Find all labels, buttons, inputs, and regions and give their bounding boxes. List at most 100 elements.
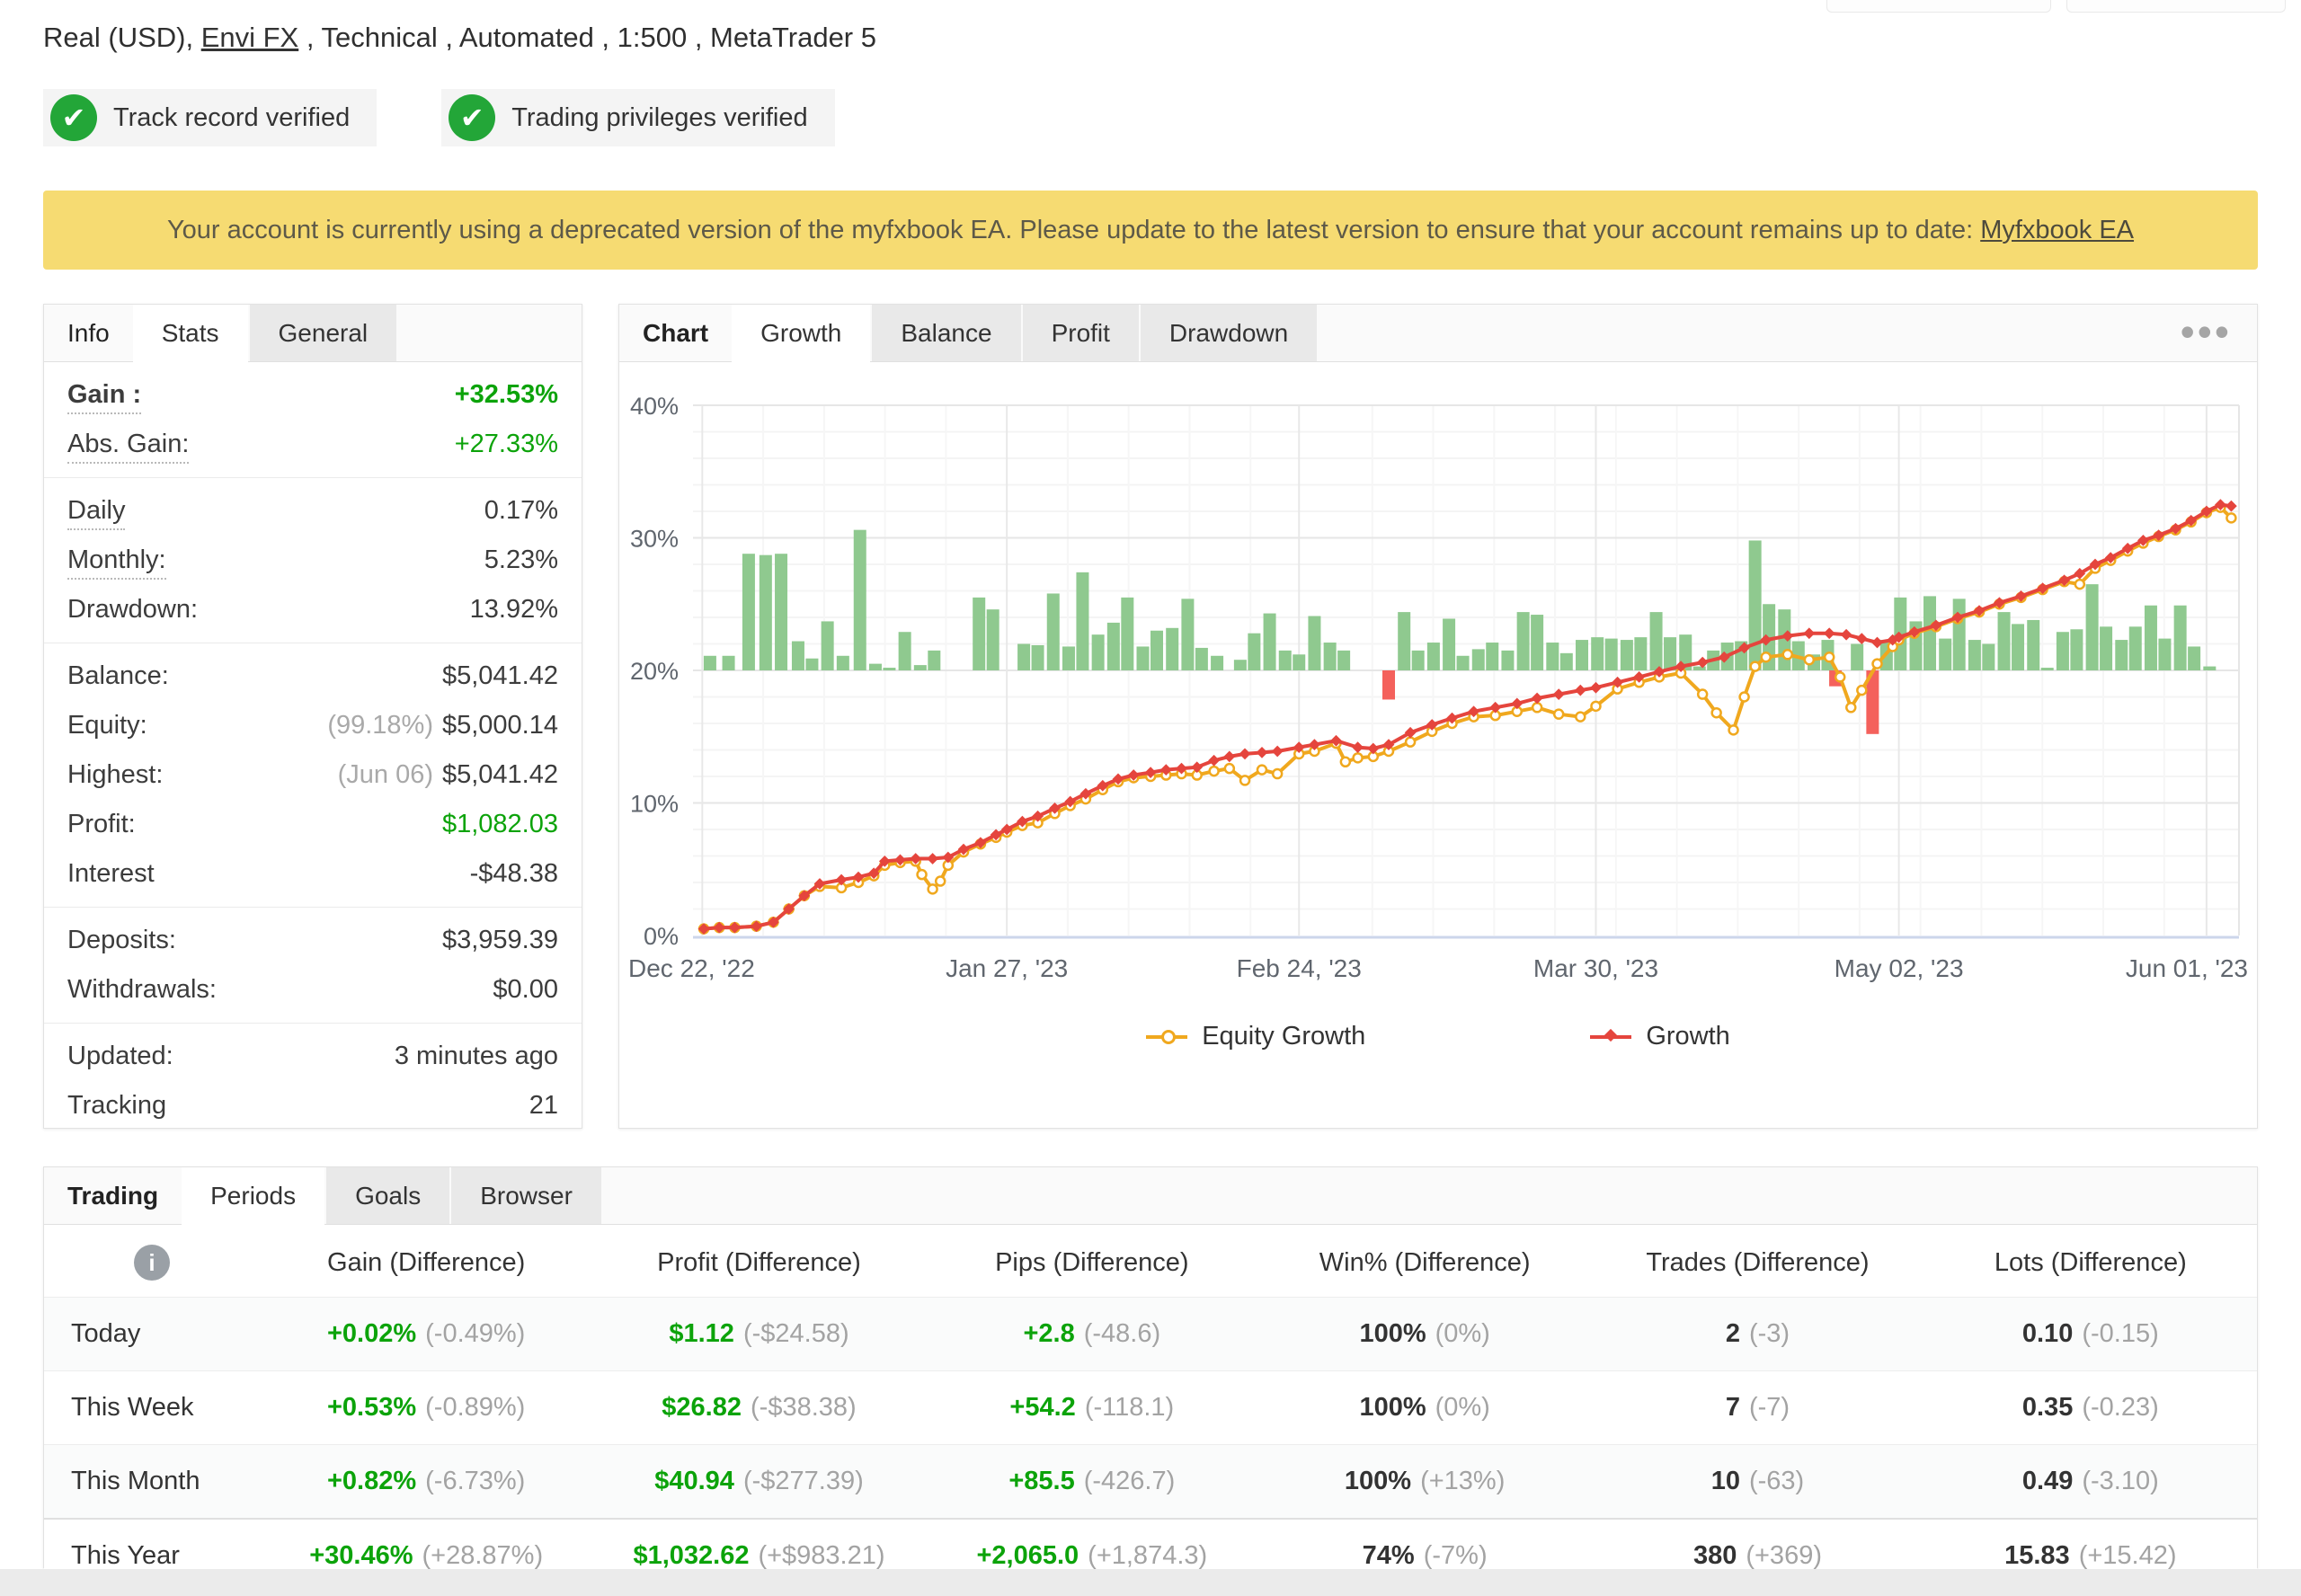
stat-value: +32.53% bbox=[455, 380, 558, 410]
periods-table: i Gain (Difference) Profit (Difference) … bbox=[44, 1225, 2257, 1592]
stat-row: Daily 0.17% bbox=[44, 486, 582, 536]
period-label: This Week bbox=[44, 1371, 260, 1445]
col-gain: Gain (Difference) bbox=[260, 1225, 592, 1298]
chart-panel: ChartGrowthBalanceProfitDrawdown ••• 0%1… bbox=[618, 304, 2258, 1129]
period-cell: 0.49(-3.10) bbox=[1924, 1445, 2257, 1520]
period-label: Today bbox=[44, 1298, 260, 1371]
stat-row: Gain : +32.53% bbox=[44, 370, 582, 420]
col-lots: Lots (Difference) bbox=[1924, 1225, 2257, 1298]
stat-row: Highest:(Jun 06)$5,041.42 bbox=[44, 750, 582, 800]
svg-text:May 02, '23: May 02, '23 bbox=[1835, 954, 1964, 982]
cropped-top-button-1[interactable] bbox=[1826, 0, 2051, 13]
tab-drawdown[interactable]: Drawdown bbox=[1141, 305, 1317, 361]
period-cell: $26.82(-$38.38) bbox=[592, 1371, 925, 1445]
tab-balance[interactable]: Balance bbox=[872, 305, 1020, 361]
stat-row: Drawdown: 13.92% bbox=[44, 585, 582, 634]
period-cell: 100%(0%) bbox=[1258, 1371, 1591, 1445]
tab-stats[interactable]: Stats bbox=[133, 305, 248, 361]
chart-legend: Equity Growth Growth bbox=[619, 1022, 2257, 1051]
period-cell: +0.02%(-0.49%) bbox=[260, 1298, 592, 1371]
period-cell: 7(-7) bbox=[1591, 1371, 1923, 1445]
account-title-prefix: Real (USD), bbox=[43, 22, 201, 53]
period-cell: +0.53%(-0.89%) bbox=[260, 1371, 592, 1445]
badge-trading-privileges: ✔ Trading privileges verified bbox=[441, 89, 834, 146]
legend-item-equity-growth[interactable]: Equity Growth bbox=[1146, 1022, 1365, 1051]
stat-value: $3,959.39 bbox=[442, 926, 558, 955]
period-cell: +85.5(-426.7) bbox=[926, 1445, 1258, 1520]
stat-value: 13.92% bbox=[470, 595, 558, 625]
stat-value: (99.18%)$5,000.14 bbox=[327, 711, 558, 740]
tab-trading-title: Trading bbox=[44, 1167, 182, 1224]
stat-value: $1,082.03 bbox=[442, 810, 558, 839]
stat-row: Interest -$48.38 bbox=[44, 849, 582, 899]
stat-value: 3 minutes ago bbox=[395, 1042, 558, 1071]
stat-row: Equity:(99.18%)$5,000.14 bbox=[44, 701, 582, 750]
legend-label: Equity Growth bbox=[1202, 1022, 1365, 1051]
stats-group: Gain : +32.53% Abs. Gain:+27.33% bbox=[44, 362, 582, 477]
stat-row: Abs. Gain:+27.33% bbox=[44, 420, 582, 469]
stat-label: Monthly: bbox=[67, 545, 166, 575]
stat-label: Drawdown: bbox=[67, 595, 198, 625]
tab-general[interactable]: General bbox=[250, 305, 397, 361]
table-row-today: Today+0.02%(-0.49%)$1.12(-$24.58)+2.8(-4… bbox=[44, 1298, 2257, 1371]
legend-label: Growth bbox=[1646, 1022, 1729, 1051]
period-cell: 2(-3) bbox=[1591, 1298, 1923, 1371]
svg-text:Mar 30, '23: Mar 30, '23 bbox=[1533, 954, 1658, 982]
stat-row: Updated: 3 minutes ago bbox=[44, 1032, 582, 1081]
tab-profit[interactable]: Profit bbox=[1023, 305, 1139, 361]
stats-group: Balance: $5,041.42 Equity:(99.18%)$5,000.1… bbox=[44, 643, 582, 907]
stat-label: Updated: bbox=[67, 1042, 173, 1071]
tab-growth[interactable]: Growth bbox=[732, 305, 870, 361]
stats-group: Updated: 3 minutes ago Tracking 21 bbox=[44, 1023, 582, 1139]
stat-label: Interest bbox=[67, 859, 155, 889]
periods-table-header-row: i Gain (Difference) Profit (Difference) … bbox=[44, 1225, 2257, 1298]
period-cell: +54.2(-118.1) bbox=[926, 1371, 1258, 1445]
check-circle-icon: ✔ bbox=[50, 94, 97, 141]
banner-link[interactable]: Myfxbook EA bbox=[1980, 216, 2134, 245]
svg-text:40%: 40% bbox=[630, 393, 679, 420]
svg-text:Jan 27, '23: Jan 27, '23 bbox=[946, 954, 1068, 982]
col-trades: Trades (Difference) bbox=[1591, 1225, 1923, 1298]
stat-value: 0.17% bbox=[484, 496, 558, 526]
stat-row: Profit:$1,082.03 bbox=[44, 800, 582, 849]
stat-label: Daily bbox=[67, 496, 125, 526]
col-win: Win% (Difference) bbox=[1258, 1225, 1591, 1298]
stat-value: 21 bbox=[529, 1091, 558, 1121]
stat-label: Tracking bbox=[67, 1091, 166, 1121]
chart-panel-tabs: ChartGrowthBalanceProfitDrawdown ••• bbox=[619, 305, 2257, 362]
badge-label: Track record verified bbox=[113, 103, 350, 133]
stat-label: Balance: bbox=[67, 661, 169, 691]
stat-value: -$48.38 bbox=[470, 859, 558, 889]
info-icon[interactable]: i bbox=[134, 1245, 170, 1281]
tab-info[interactable]: Info bbox=[44, 305, 133, 361]
cropped-top-button-2[interactable] bbox=[2066, 0, 2286, 13]
growth-chart: 0%10%20%30%40%Dec 22, '22Jan 27, '23Feb … bbox=[619, 362, 2257, 991]
chart-menu-dots-icon[interactable]: ••• bbox=[2155, 305, 2257, 361]
stats-group: Daily0.17%Monthly:5.23%Drawdown:13.92% bbox=[44, 477, 582, 643]
stat-value: $5,041.42 bbox=[442, 661, 558, 691]
legend-item-growth[interactable]: Growth bbox=[1590, 1022, 1729, 1051]
trading-periods-panel: TradingPeriodsGoalsBrowser i Gain (Diffe… bbox=[43, 1166, 2258, 1568]
info-stats-panel: InfoStatsGeneral Gain : +32.53% Abs. Gain:… bbox=[43, 304, 582, 1129]
deprecation-banner: Your account is currently using a deprec… bbox=[43, 191, 2258, 270]
account-link[interactable]: Envi FX bbox=[201, 22, 299, 53]
stat-row: Withdrawals:$0.00 bbox=[44, 965, 582, 1015]
period-cell: $40.94(-$277.39) bbox=[592, 1445, 925, 1520]
period-cell: $1.12(-$24.58) bbox=[592, 1298, 925, 1371]
tab-goals[interactable]: Goals bbox=[326, 1167, 449, 1224]
svg-text:20%: 20% bbox=[630, 658, 679, 685]
table-row-this-month: This Month+0.82%(-6.73%)$40.94(-$277.39)… bbox=[44, 1445, 2257, 1520]
col-pips: Pips (Difference) bbox=[926, 1225, 1258, 1298]
banner-text: Your account is currently using a deprec… bbox=[167, 216, 1973, 245]
period-cell: +2.8(-48.6) bbox=[926, 1298, 1258, 1371]
stat-label: Gain : bbox=[67, 380, 141, 410]
period-cell: 10(-63) bbox=[1591, 1445, 1923, 1520]
growth-marker-icon bbox=[1590, 1035, 1631, 1039]
svg-text:Dec 22, '22: Dec 22, '22 bbox=[628, 954, 755, 982]
badge-track-record: ✔ Track record verified bbox=[43, 89, 377, 146]
stat-label: Abs. Gain: bbox=[67, 430, 189, 459]
trading-panel-tabs: TradingPeriodsGoalsBrowser bbox=[44, 1167, 2257, 1225]
stat-row: Balance: $5,041.42 bbox=[44, 652, 582, 701]
tab-periods[interactable]: Periods bbox=[182, 1167, 324, 1224]
tab-browser[interactable]: Browser bbox=[451, 1167, 601, 1224]
